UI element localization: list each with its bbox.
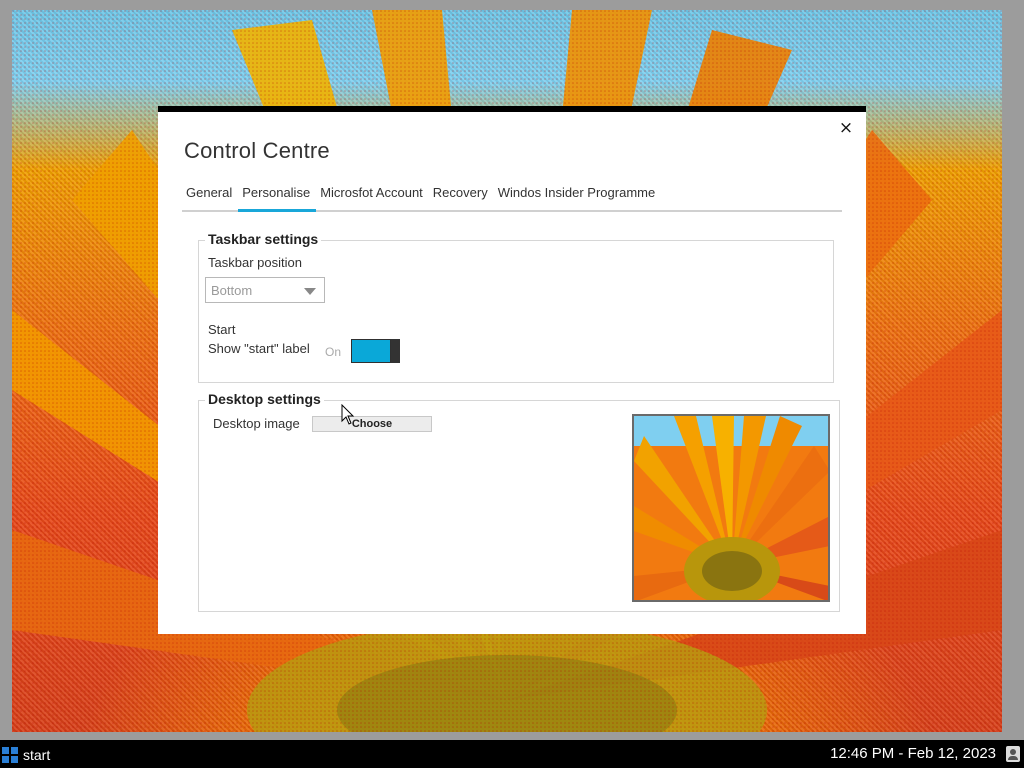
show-start-label-toggle[interactable] [351,339,401,363]
tab-bar: General Personalise Microsfot Account Re… [182,182,842,212]
user-icon[interactable] [1006,746,1020,762]
toggle-state-text: On [325,345,342,359]
desktop-settings-group: Desktop settings Desktop image Choose [198,391,840,612]
desktop-image-preview [632,414,830,602]
start-button[interactable]: start [2,745,50,765]
taskbar-clock[interactable]: 12:46 PM - Feb 12, 2023 [830,745,996,762]
toggle-knob[interactable] [391,339,400,363]
close-icon[interactable]: × [836,118,856,138]
taskbar-position-value: Bottom [211,283,253,298]
window-title: Control Centre [184,138,330,163]
taskbar-settings-title: Taskbar settings [205,231,322,247]
tab-recovery[interactable]: Recovery [429,182,494,209]
desktop-image-label: Desktop image [213,416,300,431]
mouse-cursor-icon [341,404,355,425]
taskbar-settings-group: Taskbar settings Taskbar position Bottom… [198,231,834,383]
tab-general[interactable]: General [182,182,238,209]
show-start-label-text: Show "start" label [208,341,310,356]
preview-flower-image [634,416,828,600]
tab-insider-programme[interactable]: Windos Insider Programme [494,182,662,209]
taskbar-position-select[interactable]: Bottom [205,277,325,303]
taskbar-position-label: Taskbar position [208,255,302,270]
toggle-track [351,339,391,363]
chevron-down-icon [304,288,316,295]
start-label: start [23,747,51,763]
tab-personalise[interactable]: Personalise [238,182,317,212]
start-heading: Start [208,322,236,337]
choose-image-button[interactable]: Choose [312,416,432,432]
tab-microsoft-account[interactable]: Microsfot Account [316,182,429,209]
windows-logo-icon [2,747,18,763]
control-centre-window: × Control Centre General Personalise Mic… [158,106,866,634]
desktop-settings-title: Desktop settings [205,391,324,407]
taskbar: start 12:46 PM - Feb 12, 2023 [0,740,1024,768]
